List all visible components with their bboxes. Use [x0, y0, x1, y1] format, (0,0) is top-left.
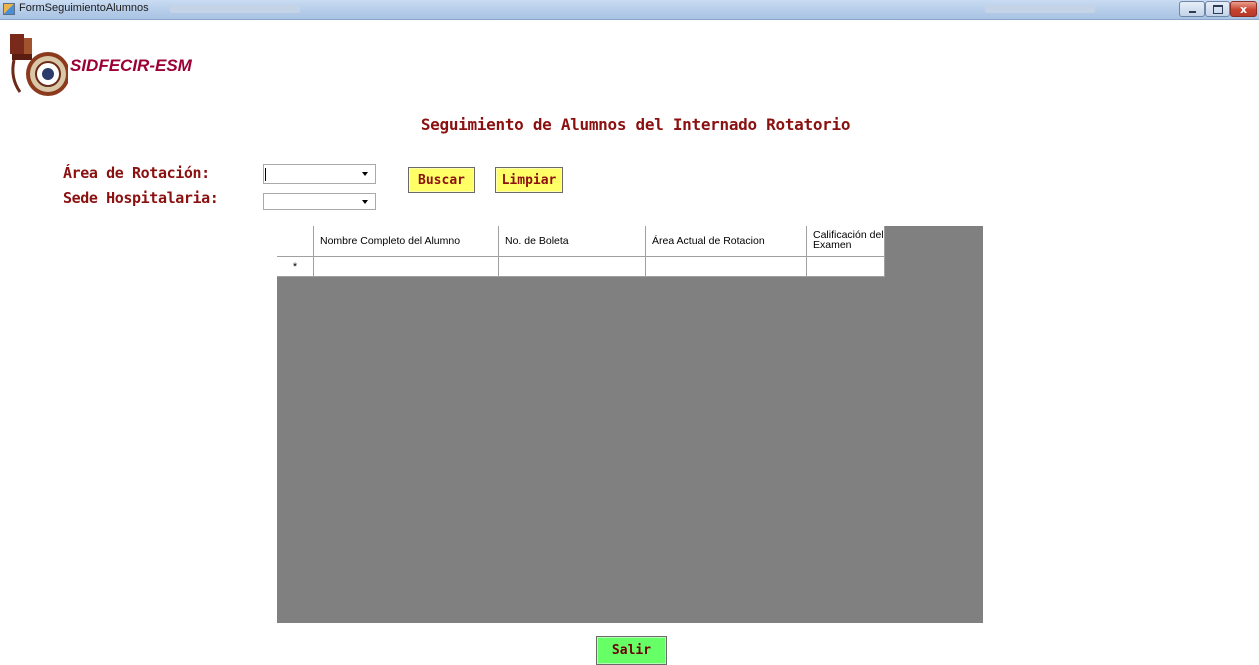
window-titlebar: FormSeguimientoAlumnos x	[0, 0, 1259, 20]
page-title: Seguimiento de Alumnos del Internado Rot…	[420, 115, 851, 134]
column-header-boleta[interactable]: No. de Boleta	[499, 226, 646, 257]
close-icon: x	[1239, 2, 1248, 16]
students-datagrid[interactable]: Nombre Completo del Alumno No. de Boleta…	[277, 226, 983, 623]
sede-combobox[interactable]	[263, 193, 376, 210]
app-icon	[3, 3, 15, 15]
minimize-icon	[1188, 10, 1196, 13]
sede-label: Sede Hospitalaria:	[63, 189, 219, 207]
area-combobox[interactable]	[263, 164, 376, 184]
ipn-esm-logo	[10, 34, 68, 96]
chevron-down-icon	[362, 172, 368, 176]
column-header-nombre[interactable]: Nombre Completo del Alumno	[314, 226, 499, 257]
limpiar-button[interactable]: Limpiar	[495, 167, 563, 193]
brand-name: SIDFECIR-ESM	[70, 56, 192, 75]
new-row-marker: *	[277, 257, 314, 277]
maximize-button[interactable]	[1205, 1, 1230, 17]
area-label: Área de Rotación:	[63, 164, 210, 182]
grid-header-row: Nombre Completo del Alumno No. de Boleta…	[277, 226, 885, 257]
close-button[interactable]: x	[1230, 1, 1257, 17]
window-title: FormSeguimientoAlumnos	[19, 2, 149, 14]
minimize-button[interactable]	[1179, 1, 1205, 17]
new-row-nombre-cell[interactable]	[314, 257, 499, 277]
salir-button[interactable]: Salir	[596, 636, 667, 665]
new-row-area-cell[interactable]	[646, 257, 807, 277]
text-caret	[265, 168, 266, 181]
column-header-area[interactable]: Área Actual de Rotacion	[646, 226, 807, 257]
buscar-button[interactable]: Buscar	[408, 167, 475, 193]
titlebar-ghost-search	[985, 5, 1095, 13]
grid-new-row[interactable]: *	[277, 257, 885, 277]
maximize-icon	[1212, 4, 1223, 14]
new-row-boleta-cell[interactable]	[499, 257, 646, 277]
grid-corner-header[interactable]	[277, 226, 314, 257]
new-row-calificacion-cell[interactable]	[807, 257, 885, 277]
column-header-calificacion[interactable]: Calificación del Examen	[807, 226, 885, 257]
titlebar-ghost-text	[170, 5, 300, 13]
chevron-down-icon	[362, 200, 368, 204]
